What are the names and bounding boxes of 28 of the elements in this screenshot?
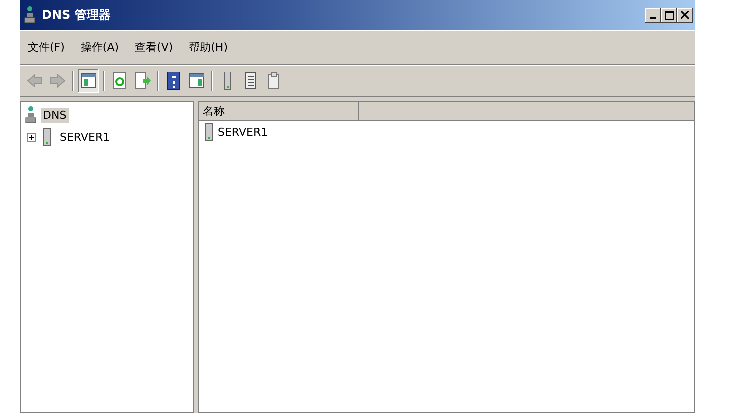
server-icon xyxy=(43,128,51,146)
pane-icon xyxy=(188,72,204,90)
window-title: DNS 管理器 xyxy=(42,6,111,24)
dns-icon xyxy=(25,106,37,124)
tree-item[interactable]: SERVER1 xyxy=(58,130,112,144)
export-icon xyxy=(134,72,150,90)
close-icon xyxy=(681,11,689,19)
maximize-icon xyxy=(664,10,674,20)
expand-icon[interactable] xyxy=(27,132,36,142)
list-item[interactable]: SERVER1 xyxy=(218,126,268,138)
close-button[interactable] xyxy=(677,8,693,22)
tree-icon xyxy=(80,72,96,90)
server-icon xyxy=(205,123,213,141)
menu-item[interactable]: 查看(V) xyxy=(135,40,174,55)
list-icon xyxy=(242,72,258,90)
tree-button[interactable] xyxy=(78,69,99,93)
tree-item[interactable]: DNS xyxy=(41,108,69,122)
copy-icon xyxy=(266,72,282,90)
back-icon xyxy=(26,72,42,90)
menu-item[interactable]: 帮助(H) xyxy=(189,40,228,55)
maximize-button[interactable] xyxy=(661,8,677,22)
menu-item[interactable]: 操作(A) xyxy=(80,40,120,55)
help-icon xyxy=(166,72,182,90)
dns-icon xyxy=(24,6,36,24)
menu-item[interactable]: 文件(F) xyxy=(28,40,65,55)
forward-icon xyxy=(50,72,66,90)
refresh-icon xyxy=(112,72,128,90)
minimize-button[interactable] xyxy=(645,8,661,22)
